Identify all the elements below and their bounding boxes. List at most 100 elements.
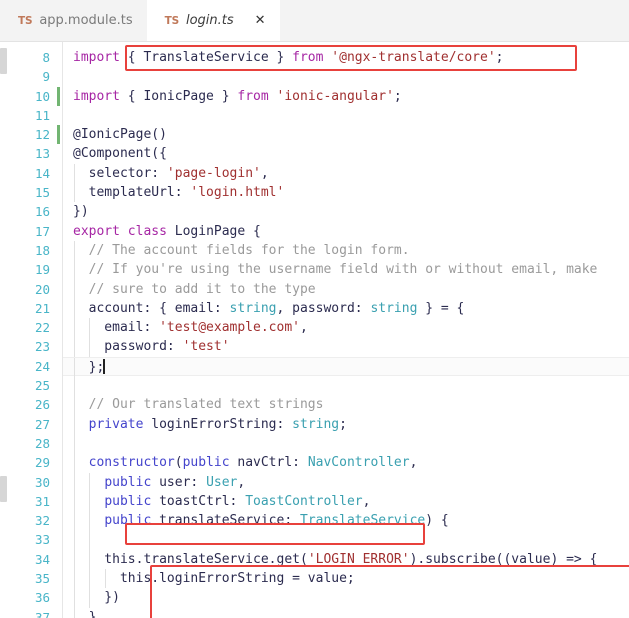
editor-overview-strip[interactable] [0,42,9,618]
code-line[interactable]: import { IonicPage } from 'ionic-angular… [63,87,629,106]
code-token: 'test' [182,339,230,355]
code-line[interactable]: }; [63,356,629,378]
indent-guide [89,511,90,531]
indent-guide [74,318,75,338]
indent-guide [89,472,90,492]
code-line[interactable]: // Our translated text strings [63,395,629,415]
code-token: translateService: [151,513,300,529]
code-token: selector: [73,165,167,181]
line-number: 24 [34,358,50,374]
code-line[interactable]: // sure to add it to the type [63,279,629,299]
indent-guide [74,260,75,280]
code-line[interactable] [63,530,629,550]
code-token: , [362,493,371,509]
indent-guide [74,414,75,434]
code-line[interactable]: email: 'test@example.com', [63,318,629,338]
change-marker-empty [55,376,62,395]
code-line[interactable]: public user: User, [63,472,629,492]
code-line[interactable]: templateUrl: 'login.html' [63,183,629,203]
indent-guide [74,569,75,589]
code-line[interactable]: // If you're using the username field wi… [63,260,629,280]
line-number: 16 [34,204,50,220]
code-token: user: [151,474,207,490]
code-line[interactable]: }) [63,588,629,608]
code-line[interactable] [63,376,629,396]
line-number: 13 [34,146,50,162]
code-line[interactable] [63,106,629,125]
code-token: , password: [276,300,371,316]
code-token: }) [73,204,89,220]
change-marker-empty [55,222,62,241]
code-token: ; [495,50,504,65]
line-number: 32 [34,513,50,529]
indent-guide [74,395,75,415]
line-number: 23 [34,339,50,355]
line-number: 19 [34,262,50,278]
code-line[interactable]: this.loginErrorString = value; [63,569,629,589]
code-line[interactable]: }) [63,202,629,221]
code-line[interactable]: private loginErrorString: string; [63,414,629,434]
tab-bar-empty-area [279,0,629,41]
code-line[interactable]: import { TranslateService } from '@ngx-t… [63,48,629,67]
code-token: navCtrl: [229,455,308,471]
code-line[interactable]: selector: 'page-login', [63,163,629,184]
close-icon[interactable]: ✕ [255,14,266,27]
code-token: ; [393,88,402,104]
change-marker-empty [55,318,62,337]
change-marker-empty [55,164,62,183]
editor-body: 8 9 10 11 12 13 14 15 16 17 18 19 20 21 22 23 24 25 26 27 28… [0,42,629,618]
code-text-area[interactable]: import { TranslateService } from '@ngx-t… [63,42,629,618]
line-number: 11 [34,107,50,123]
change-marker-empty [55,473,62,492]
code-line[interactable]: @IonicPage() [63,125,629,144]
code-token: // If you're using the username field wi… [73,262,598,278]
line-number: 35 [34,571,50,587]
code-line[interactable] [63,67,629,86]
code-token: from [292,50,324,65]
code-token: 'page-login' [166,165,261,181]
line-number: 12 [34,127,50,143]
tab-login-ts[interactable]: TS login.ts ✕ [146,0,280,41]
code-token: email: [73,320,160,336]
indent-guide [89,318,90,338]
change-marker-empty [55,241,62,260]
editor-tab-bar: TS app.module.ts TS login.ts ✕ [0,0,629,42]
line-number: 25 [34,378,50,394]
code-line[interactable]: password: 'test' [63,337,629,357]
change-marker-empty [55,511,62,530]
tab-app-module-ts[interactable]: TS app.module.ts [0,0,147,41]
code-line[interactable]: // The account fields for the login form… [63,240,629,261]
code-line[interactable] [63,433,629,454]
code-token: // Our translated text strings [73,397,324,413]
indent-guide [89,530,90,550]
line-number: 14 [34,165,50,181]
code-line[interactable]: this.translateService.get('LOGIN_ERROR')… [63,549,629,570]
change-marker-empty [55,48,62,67]
code-line[interactable]: public translateService: TranslateServic… [63,511,629,531]
code-line[interactable]: @Component({ [63,144,629,163]
code-token: User [206,474,238,490]
line-number: 10 [34,88,50,104]
code-line[interactable]: export class LoginPage { [63,222,629,241]
line-number: 17 [34,223,50,239]
indent-guide [74,549,75,570]
code-line[interactable]: constructor(public navCtrl: NavControlle… [63,453,629,473]
change-marker-empty [55,299,62,318]
change-marker-empty [55,608,62,618]
indent-guide [74,607,75,618]
code-line[interactable]: account: { email: string, password: stri… [63,298,629,319]
line-number: 31 [34,493,50,509]
line-number: 9 [42,69,50,85]
change-marker-empty [55,67,62,86]
indent-guide [89,491,90,512]
code-line[interactable]: } [63,607,629,618]
line-number: 34 [34,551,50,567]
code-token: from [237,88,269,104]
code-token: , [260,165,269,181]
scroll-marker [0,48,7,74]
code-line[interactable]: public toastCtrl: ToastController, [63,491,629,512]
line-number: 29 [34,455,50,471]
